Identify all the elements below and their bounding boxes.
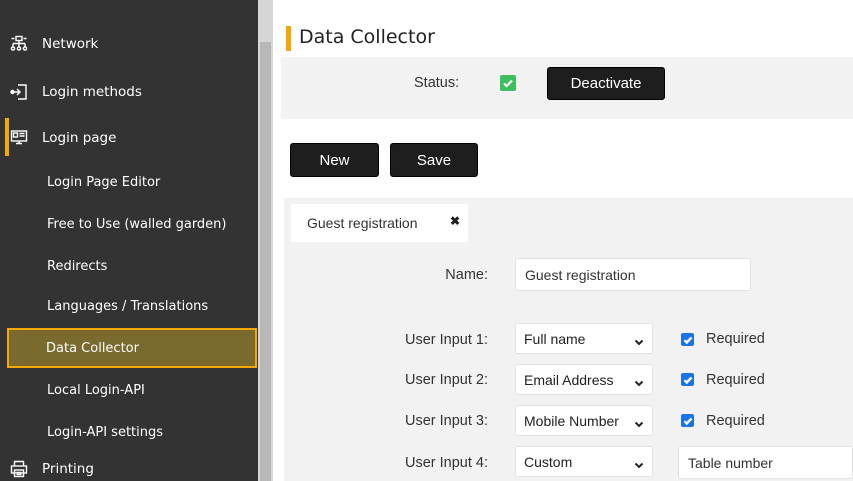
- check-icon: [683, 336, 692, 344]
- name-field[interactable]: Guest registration: [515, 258, 751, 291]
- sidebar-item-label: Login-API settings: [47, 424, 164, 440]
- user-input-1-label: User Input 1:: [404, 332, 488, 348]
- sidebar-item-login-methods[interactable]: Login methods: [0, 80, 258, 104]
- check-icon: [503, 79, 513, 88]
- select-value: Custom: [524, 453, 573, 470]
- check-icon: [683, 417, 692, 425]
- user-input-4-label: User Input 4:: [404, 455, 488, 471]
- required-label-1: Required: [706, 331, 765, 347]
- select-value: Email Address: [524, 371, 614, 388]
- sidebar-item-printing[interactable]: Printing: [0, 458, 258, 480]
- new-button[interactable]: New: [290, 143, 379, 177]
- divider: [273, 0, 281, 481]
- user-input-3-select[interactable]: Mobile Number: [515, 405, 653, 436]
- sidebar: Network Login methods Login page Login P…: [0, 0, 258, 481]
- sidebar-item-label: Data Collector: [46, 340, 139, 356]
- name-label: Name:: [445, 267, 488, 283]
- sidebar-item-label: Login Page Editor: [47, 174, 161, 190]
- sidebar-item-label: Local Login-API: [47, 382, 145, 398]
- sidebar-item-label: Network: [42, 36, 99, 52]
- deactivate-button[interactable]: Deactivate: [547, 67, 665, 100]
- sidebar-item-login-page-editor[interactable]: Login Page Editor: [0, 170, 258, 194]
- required-checkbox-3[interactable]: [681, 414, 694, 427]
- chevron-down-icon: [634, 416, 644, 428]
- login-methods-icon: [10, 83, 28, 101]
- select-value: Full name: [524, 330, 586, 347]
- network-icon: [10, 35, 28, 53]
- required-label-2: Required: [706, 372, 765, 388]
- sidebar-item-label: Free to Use (walled garden): [47, 216, 227, 232]
- sidebar-item-label: Login methods: [42, 84, 142, 100]
- required-checkbox-2[interactable]: [681, 373, 694, 386]
- login-page-icon: [10, 129, 28, 147]
- user-input-2-select[interactable]: Email Address: [515, 364, 653, 395]
- check-icon: [683, 376, 692, 384]
- user-input-1-select[interactable]: Full name: [515, 323, 653, 354]
- status-checkbox[interactable]: [500, 75, 516, 91]
- status-label: Status:: [414, 75, 460, 91]
- sidebar-item-network[interactable]: Network: [0, 32, 258, 56]
- close-icon[interactable]: ✖: [450, 214, 460, 228]
- sidebar-item-label: Languages / Translations: [47, 298, 209, 314]
- user-input-4-select[interactable]: Custom: [515, 446, 653, 477]
- title-accent: [286, 26, 291, 51]
- user-input-3-label: User Input 3:: [404, 413, 488, 429]
- custom-field-input[interactable]: Table number: [678, 446, 853, 479]
- sidebar-item-label: Redirects: [47, 258, 108, 274]
- sidebar-item-redirects[interactable]: Redirects: [0, 254, 258, 278]
- user-input-2-label: User Input 2:: [404, 372, 488, 388]
- select-value: Mobile Number: [524, 412, 619, 429]
- sidebar-item-free-to-use[interactable]: Free to Use (walled garden): [0, 212, 258, 236]
- sidebar-item-label: Printing: [42, 461, 94, 477]
- tab-label[interactable]: Guest registration: [307, 215, 418, 231]
- required-label-3: Required: [706, 413, 765, 429]
- page-title: Data Collector: [299, 26, 435, 48]
- chevron-down-icon: [634, 375, 644, 387]
- sidebar-item-login-api-settings[interactable]: Login-API settings: [0, 420, 258, 444]
- chevron-down-icon: [634, 334, 644, 346]
- chevron-down-icon: [634, 457, 644, 469]
- sidebar-item-label: Login page: [42, 130, 117, 146]
- sidebar-item-languages[interactable]: Languages / Translations: [0, 294, 258, 318]
- sidebar-scrollbar-thumb[interactable]: [260, 42, 271, 481]
- required-checkbox-1[interactable]: [681, 333, 694, 346]
- save-button[interactable]: Save: [390, 143, 478, 177]
- sidebar-item-data-collector[interactable]: Data Collector: [7, 328, 257, 368]
- sidebar-item-login-page[interactable]: Login page: [0, 126, 258, 150]
- sidebar-item-local-login-api[interactable]: Local Login-API: [0, 378, 258, 402]
- printer-icon: [10, 460, 28, 478]
